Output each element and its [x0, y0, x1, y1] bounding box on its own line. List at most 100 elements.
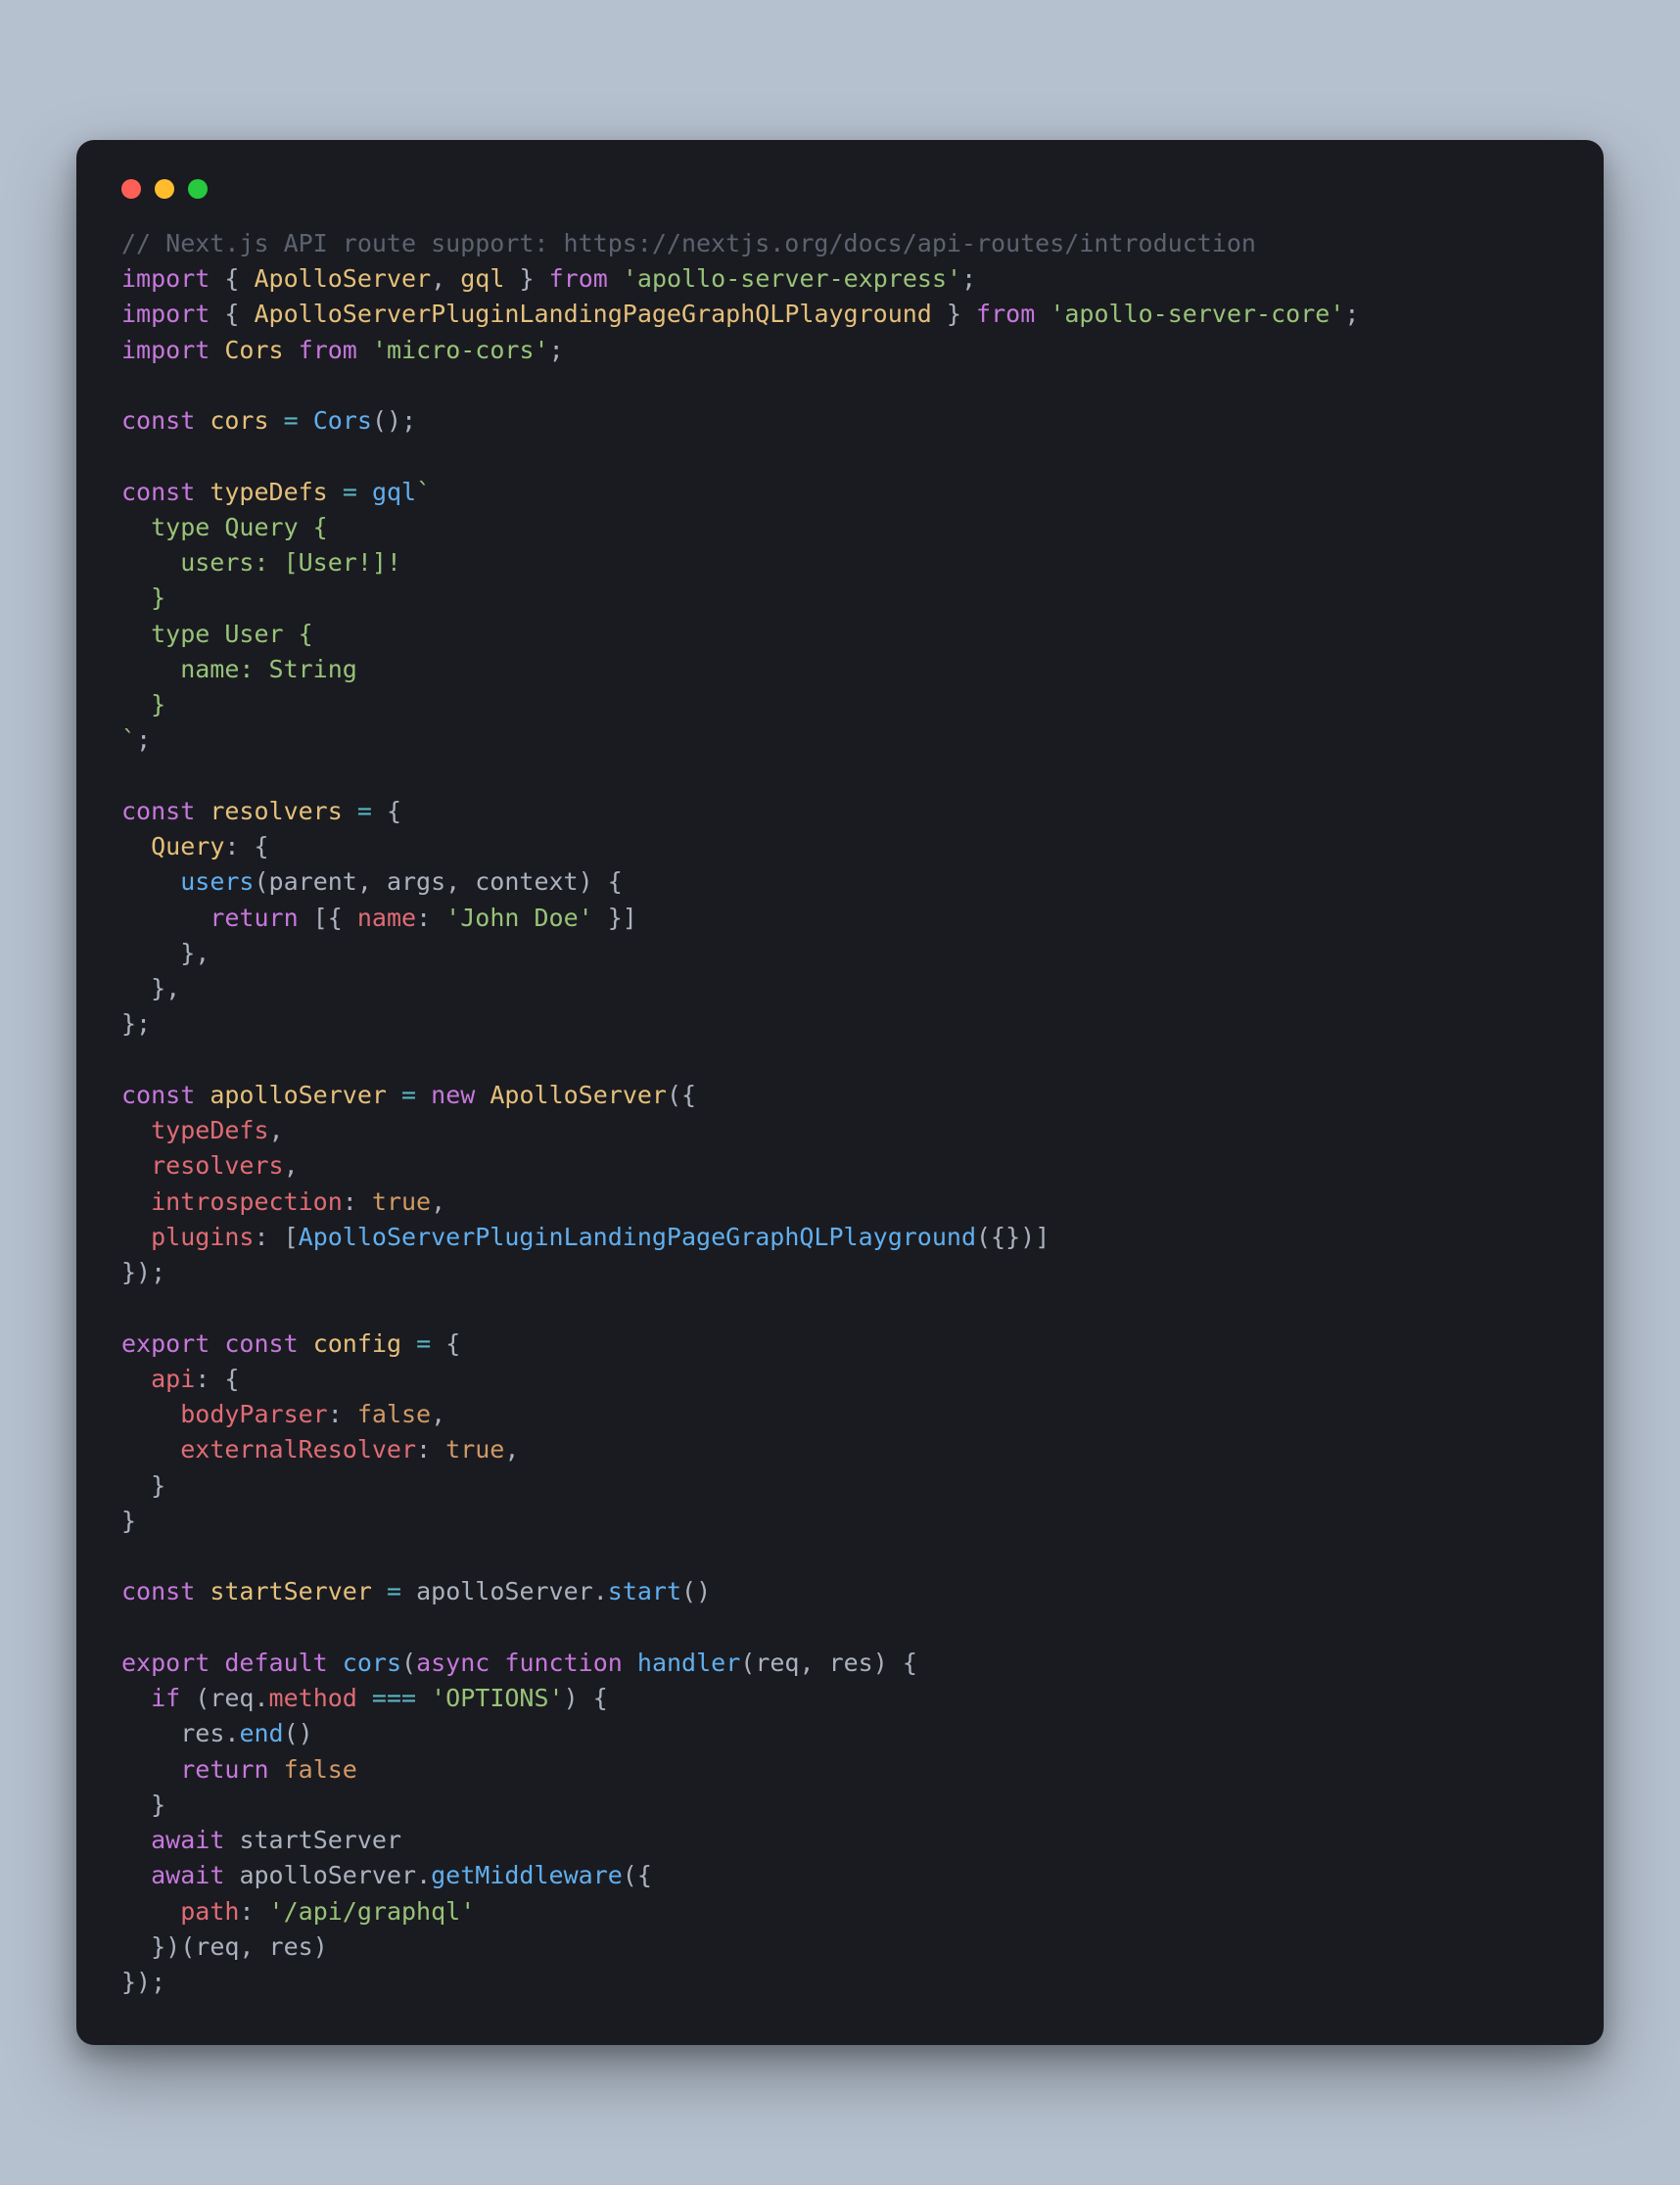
prop: Query	[151, 832, 224, 860]
punc: {	[579, 1684, 608, 1712]
kw-import: import	[121, 264, 210, 293]
code-window: // Next.js API route support: https://ne…	[76, 140, 1604, 2046]
prop: resolvers	[151, 1151, 283, 1180]
call: getMiddleware	[431, 1861, 623, 1889]
op: =	[416, 1329, 431, 1358]
kw-async: async	[416, 1649, 490, 1677]
punc: (	[401, 1649, 416, 1677]
close-icon[interactable]	[121, 179, 141, 199]
kw-const: const	[121, 1081, 195, 1109]
punc: ]	[1035, 1223, 1050, 1251]
prop: typeDefs	[151, 1116, 268, 1144]
kw-import: import	[121, 336, 210, 364]
string: '/api/graphql'	[269, 1897, 476, 1926]
punc: :	[239, 1897, 268, 1926]
arg: req	[755, 1649, 799, 1677]
kw-default: default	[224, 1649, 327, 1677]
op: =	[343, 478, 357, 506]
kw-const: const	[121, 406, 195, 435]
punc: ,	[239, 1932, 268, 1961]
prop: bodyParser	[180, 1400, 328, 1428]
punc: {	[224, 1365, 239, 1393]
punc: ,	[799, 1649, 828, 1677]
kw-const: const	[121, 478, 195, 506]
ident: resolvers	[210, 797, 342, 825]
punc: {	[255, 832, 269, 860]
ident: typeDefs	[210, 478, 327, 506]
kw-from: from	[976, 300, 1035, 328]
minimize-icon[interactable]	[155, 179, 174, 199]
punc: ,	[431, 264, 445, 293]
punc: {	[387, 797, 401, 825]
prop: api	[151, 1365, 195, 1393]
ident: ApolloServer	[255, 264, 432, 293]
ident: startServer	[239, 1826, 401, 1854]
punc: .	[224, 1719, 239, 1747]
kw-from: from	[549, 264, 608, 293]
punc: (	[180, 1684, 210, 1712]
string: }	[121, 690, 165, 719]
punc: }	[519, 264, 534, 293]
punc: }]	[593, 904, 637, 932]
punc: ,	[431, 1400, 445, 1428]
punc: :	[254, 1223, 283, 1251]
punc: ()	[284, 1719, 313, 1747]
punc: }	[947, 300, 961, 328]
kw-return: return	[210, 904, 298, 932]
kw-if: if	[151, 1684, 180, 1712]
kw-const: const	[121, 797, 195, 825]
arg: res	[269, 1932, 313, 1961]
bool: true	[372, 1187, 431, 1216]
space	[224, 1826, 239, 1854]
kw-await: await	[151, 1861, 224, 1889]
prop: introspection	[151, 1187, 343, 1216]
string: 'OPTIONS'	[431, 1684, 563, 1712]
punc: ()	[372, 406, 401, 435]
punc: ({	[667, 1081, 696, 1109]
punc: };	[121, 1009, 151, 1038]
punc: ()	[681, 1577, 711, 1605]
punc: ({})	[976, 1223, 1035, 1251]
punc: ;	[549, 336, 564, 364]
punc: )	[564, 1684, 579, 1712]
string: type User {	[121, 620, 313, 648]
string: 'micro-cors'	[372, 336, 549, 364]
args: (parent, args, context)	[254, 867, 592, 896]
punc: {	[445, 1329, 460, 1358]
space	[224, 1861, 239, 1889]
op: =	[401, 1081, 416, 1109]
punc: })(	[151, 1932, 195, 1961]
punc: )	[873, 1649, 888, 1677]
punc: ({	[623, 1861, 652, 1889]
string: `	[416, 478, 431, 506]
punc: (	[740, 1649, 755, 1677]
prop: name	[357, 904, 416, 932]
arg: req	[195, 1932, 239, 1961]
kw-function: function	[504, 1649, 622, 1677]
punc: :	[416, 1435, 445, 1464]
bool: false	[357, 1400, 431, 1428]
code-block[interactable]: // Next.js API route support: https://ne…	[121, 226, 1559, 2001]
punc: },	[121, 974, 180, 1002]
method: users	[180, 867, 254, 896]
punc: .	[593, 1577, 608, 1605]
ident: startServer	[210, 1577, 372, 1605]
punc: )	[313, 1932, 328, 1961]
ident: res	[180, 1719, 224, 1747]
kw-import: import	[121, 300, 210, 328]
zoom-icon[interactable]	[188, 179, 208, 199]
punc: ;	[401, 406, 416, 435]
punc: :	[343, 1187, 372, 1216]
kw-export: export	[121, 1329, 210, 1358]
ident: config	[313, 1329, 401, 1358]
kw-await: await	[151, 1826, 224, 1854]
string: 'John Doe'	[445, 904, 593, 932]
string: `	[121, 725, 136, 754]
punc: ,	[284, 1151, 299, 1180]
punc: :	[224, 832, 239, 860]
punc: });	[121, 1968, 165, 1996]
prop: path	[180, 1897, 239, 1926]
punc: ,	[431, 1187, 445, 1216]
punc: ;	[1344, 300, 1359, 328]
call: end	[239, 1719, 283, 1747]
